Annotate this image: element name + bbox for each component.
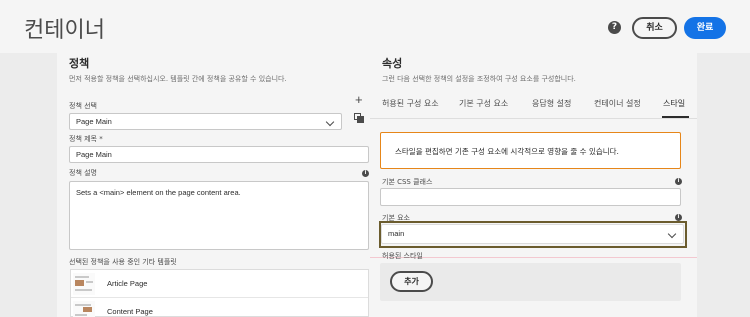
dialog-header: 컨테이너 ? 취소 완료: [0, 0, 750, 53]
policy-description-value: Sets a <main> element on the page conten…: [76, 188, 241, 197]
properties-description: 그런 다음 선택한 정책의 설정을 조정하여 구성 요소를 구성합니다.: [382, 75, 576, 83]
list-item[interactable]: Article Page: [71, 270, 368, 298]
template-name: Content Page: [107, 307, 153, 316]
add-button[interactable]: 추가: [390, 271, 433, 292]
copy-policy-icon[interactable]: [354, 113, 364, 123]
policy-select[interactable]: Page Main: [69, 113, 342, 130]
done-button[interactable]: 완료: [684, 17, 726, 39]
css-class-label: 기본 CSS 클래스: [382, 178, 433, 186]
templates-list: Article Page Content Page: [70, 269, 369, 317]
list-item[interactable]: Content Page: [71, 298, 368, 317]
properties-section-title: 속성: [382, 57, 403, 70]
templates-label: 선택된 정책을 사용 중인 기타 템플릿: [69, 258, 177, 266]
alert-box: 스타일을 편집하면 기존 구성 요소에 시각적으로 영향을 줄 수 있습니다.: [380, 132, 681, 169]
chevron-down-icon: [325, 117, 335, 127]
cancel-button[interactable]: 취소: [632, 17, 677, 39]
policy-select-value: Page Main: [76, 117, 112, 126]
policy-description: 먼저 적용할 정책을 선택하십시오. 템플릿 간에 정책을 공유할 수 있습니다…: [69, 75, 287, 83]
alert-text: 스타일을 편집하면 기존 구성 요소에 시각적으로 영향을 줄 수 있습니다.: [395, 147, 619, 156]
dialog-title: 컨테이너: [24, 18, 105, 43]
policy-title-label: 정책 제목 *: [69, 135, 103, 143]
info-icon[interactable]: i: [675, 178, 682, 185]
policy-description-textarea[interactable]: Sets a <main> element on the page conten…: [69, 181, 369, 250]
template-name: Article Page: [107, 279, 148, 288]
tab-responsive-settings[interactable]: 응답형 설정: [532, 98, 571, 109]
policy-select-label: 정책 선택: [69, 102, 97, 110]
highlight-box: [379, 221, 687, 248]
add-policy-icon[interactable]: +: [355, 93, 363, 106]
template-thumbnail: [73, 301, 95, 317]
tab-container-settings[interactable]: 컨테이너 설정: [594, 98, 641, 109]
policy-section-title: 정책: [69, 57, 90, 70]
info-icon[interactable]: i: [362, 170, 369, 177]
policy-description-label: 정책 설명: [69, 169, 97, 177]
css-class-input[interactable]: [380, 188, 681, 206]
info-icon[interactable]: i: [675, 214, 682, 221]
tab-default-components[interactable]: 기본 구성 요소: [459, 98, 508, 109]
policy-title-input[interactable]: Page Main: [69, 146, 369, 163]
policy-title-value: Page Main: [76, 150, 112, 159]
template-thumbnail: [73, 273, 95, 295]
tab-styles[interactable]: 스타일: [663, 98, 685, 109]
active-tab-indicator: [662, 116, 689, 118]
help-icon[interactable]: ?: [608, 21, 621, 34]
tabs-divider: [370, 118, 697, 119]
tab-allowed-components[interactable]: 허용된 구성 요소: [382, 98, 439, 109]
allowed-styles-label: 허용된 스타일: [382, 252, 423, 260]
